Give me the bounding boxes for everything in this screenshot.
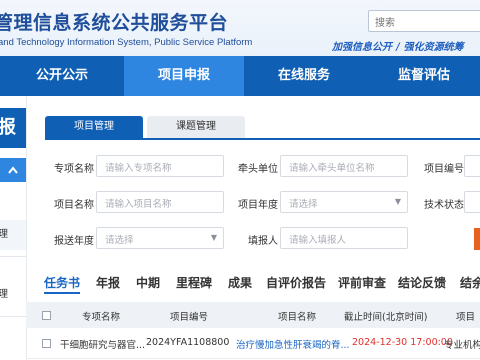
submit-year-placeholder: 请选择 [105, 235, 134, 246]
search-button[interactable] [474, 228, 480, 250]
project-no-input[interactable] [464, 155, 480, 177]
filler-input[interactable] [281, 230, 407, 251]
slogan-left: 加强信息公开 [332, 42, 392, 53]
select-all-checkbox[interactable] [42, 311, 51, 320]
sidebar: 报 理 理 [0, 96, 26, 360]
table-header: 专项名称 项目编号 项目名称 截止时间(北京时间) 项目 [26, 302, 480, 328]
slogan: 加强信息公开 / 强化资源统筹 [332, 38, 464, 53]
label-project-year: 项目年度 [238, 200, 278, 211]
nav-item-project-application[interactable]: 项目申报 [124, 56, 244, 96]
label-project-no: 项目编号 [424, 164, 464, 175]
label-submit-year: 报送年度 [54, 236, 94, 247]
sidebar-item-1[interactable]: 理 [0, 220, 26, 250]
slogan-separator: / [396, 42, 400, 53]
label-lead-unit: 牵头单位 [238, 164, 278, 175]
tab-underline [45, 138, 480, 140]
tab-project-management[interactable]: 项目管理 [45, 116, 143, 138]
nav-item-supervision[interactable]: 监督评估 [364, 56, 480, 96]
search-box[interactable] [368, 10, 480, 34]
special-name-input[interactable] [97, 158, 223, 179]
label-filler: 填报人 [248, 236, 278, 247]
project-year-placeholder: 请选择 [289, 199, 318, 210]
cell-project-name-link[interactable]: 治疗慢加急性肝衰竭的脊... [236, 337, 350, 351]
nav-item-online-service[interactable]: 在线服务 [244, 56, 364, 96]
col-org: 项目 [456, 312, 476, 323]
project-name-field[interactable] [96, 191, 224, 215]
task-tab-milestone[interactable]: 里程碑 [176, 274, 212, 291]
task-tab-midterm[interactable]: 中期 [136, 274, 160, 291]
lead-unit-input[interactable] [281, 158, 407, 179]
sidebar-item-2[interactable]: 理 [0, 280, 26, 310]
task-tab-pre-review[interactable]: 评前审查 [338, 274, 386, 291]
sidebar-heading: 报 [0, 108, 26, 148]
lead-unit-field[interactable] [280, 155, 408, 179]
sidebar-divider [0, 316, 26, 317]
slogan-right: 强化资源统筹 [403, 42, 464, 53]
label-tech-status: 技术状态 [424, 200, 464, 211]
label-project-name: 项目名称 [54, 200, 94, 211]
task-tab-results[interactable]: 成果 [228, 274, 252, 291]
task-tab-annual[interactable]: 年报 [96, 274, 120, 291]
col-special-name: 专项名称 [82, 312, 121, 323]
task-tab-feedback[interactable]: 结论反馈 [398, 274, 446, 291]
project-name-input[interactable] [97, 194, 223, 215]
sidebar-divider [0, 256, 26, 257]
cell-deadline: 2024-12-30 17:00:00 [352, 337, 453, 348]
cell-org: 专业机构 [444, 340, 480, 351]
cell-special-name: 干细胞研究与器官... [60, 340, 146, 351]
row-checkbox[interactable] [42, 339, 51, 348]
nav-item-public-notice[interactable]: 公开公示 [0, 56, 124, 96]
submit-year-select[interactable]: 请选择 ▼ [96, 227, 224, 249]
filler-field[interactable] [280, 227, 408, 251]
chevron-up-icon[interactable] [0, 158, 26, 182]
chevron-down-icon: ▼ [210, 233, 217, 242]
col-project-name: 项目名称 [278, 312, 317, 323]
cell-project-no: 2024YFA1108800 [146, 337, 230, 348]
chevron-down-icon: ▼ [394, 197, 401, 206]
site-header: 管理信息系统公共服务平台 and Technology Information … [0, 0, 480, 56]
tab-topic-management[interactable]: 课题管理 [147, 116, 245, 138]
col-project-no: 项目编号 [170, 312, 209, 323]
site-title: 管理信息系统公共服务平台 [0, 12, 229, 34]
task-tab-assignment[interactable]: 任务书 [44, 274, 80, 291]
task-tab-underline [44, 292, 80, 294]
task-tab-self-eval[interactable]: 自评价报告 [266, 274, 326, 291]
search-input[interactable] [369, 13, 480, 34]
tech-status-select[interactable] [464, 191, 480, 213]
label-special-name: 专项名称 [54, 164, 94, 175]
col-deadline: 截止时间(北京时间) [344, 312, 428, 323]
project-year-select[interactable]: 请选择 ▼ [280, 191, 408, 213]
table-row[interactable]: 干细胞研究与器官... 2024YFA1108800 治疗慢加急性肝衰竭的脊..… [26, 328, 480, 359]
special-name-field[interactable] [96, 155, 224, 179]
site-subtitle: and Technology Information System, Publi… [0, 37, 253, 48]
main-nav: 公开公示 项目申报 在线服务 监督评估 [0, 56, 480, 96]
task-tab-balance[interactable]: 结余 [460, 274, 480, 291]
